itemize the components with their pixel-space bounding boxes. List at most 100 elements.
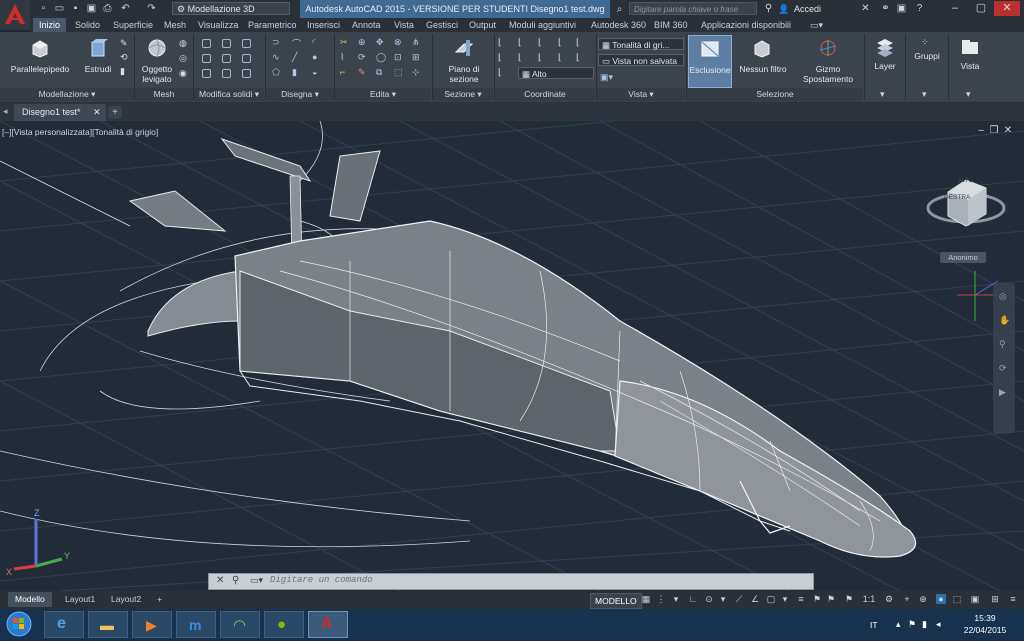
- snap-dropdown-icon[interactable]: ▾: [671, 594, 681, 604]
- ucs-icon[interactable]: ⌊: [498, 37, 502, 48]
- copy-icon[interactable]: ⧉: [376, 67, 382, 78]
- close-tab-icon[interactable]: ✕: [93, 107, 101, 117]
- login-link[interactable]: Accedi: [794, 0, 821, 18]
- object-snap-tracking-icon[interactable]: ∠: [750, 594, 760, 604]
- polyline-icon[interactable]: ⌒: [292, 37, 301, 50]
- customization-icon[interactable]: ≡: [1008, 594, 1018, 604]
- annotation-scale-icon[interactable]: ⚑: [844, 594, 854, 604]
- fullscreen-icon[interactable]: ⊞: [990, 594, 1000, 604]
- mesh-refine-icon[interactable]: ◎: [179, 53, 187, 64]
- ellipse-icon[interactable]: ◒: [312, 67, 317, 77]
- tab-output[interactable]: Output: [469, 18, 496, 32]
- rectangle-icon[interactable]: ▮: [292, 67, 297, 78]
- taskbar-autocad[interactable]: A: [308, 611, 348, 638]
- polysolid-icon[interactable]: ⊃: [272, 37, 280, 48]
- nessun-filtro-button[interactable]: Nessun filtro: [734, 36, 790, 86]
- file-tabs-menu-icon[interactable]: ◂: [3, 106, 8, 117]
- annotation-monitor-icon[interactable]: +: [902, 594, 912, 604]
- workspace-select[interactable]: ⚙ Modellazione 3D: [172, 2, 290, 15]
- group-sezione[interactable]: Sezione ▾: [433, 88, 493, 101]
- autocad-logo-button[interactable]: [0, 0, 30, 30]
- thicken-icon[interactable]: [222, 54, 231, 63]
- group-modifica-solidi[interactable]: Modifica solidi ▾: [194, 88, 264, 101]
- interfere-icon[interactable]: [242, 54, 251, 63]
- clean-screen-icon[interactable]: ▣: [970, 594, 980, 604]
- maximize-button[interactable]: ▢: [968, 1, 994, 16]
- scale-icon[interactable]: ◯: [376, 52, 386, 63]
- ucs-face-icon[interactable]: ⌊: [498, 52, 502, 63]
- viewport-label[interactable]: [–][Vista personalizzata][Tonalità di gr…: [2, 127, 158, 137]
- ucs-3point-icon[interactable]: ⌊: [576, 52, 580, 63]
- oggetto-levigato-button[interactable]: Oggetto levigato: [137, 36, 177, 86]
- tab-superficie[interactable]: Superficie: [113, 18, 153, 32]
- taskbar-wifi-app[interactable]: ◠: [220, 611, 260, 638]
- vista-button[interactable]: Vista ▾: [950, 35, 990, 101]
- close-command-icon[interactable]: ✕: [216, 575, 224, 586]
- object-snap-dropdown-icon[interactable]: ▾: [780, 594, 790, 604]
- taskbar-maxthon[interactable]: m: [176, 611, 216, 638]
- layer-button[interactable]: Layer ▾: [866, 35, 904, 101]
- object-snap-icon[interactable]: ▢: [766, 594, 776, 604]
- presspull-icon[interactable]: ✎: [120, 38, 128, 49]
- minimize-button[interactable]: –: [942, 1, 968, 16]
- model-space-button[interactable]: MODELLO: [590, 593, 642, 609]
- tab-bim-360[interactable]: BIM 360: [654, 18, 688, 32]
- grid-icon[interactable]: ▦: [641, 594, 651, 604]
- snap-icon[interactable]: ⋮: [656, 594, 666, 604]
- estrudi-button[interactable]: Estrudi: [80, 36, 116, 86]
- system-clock[interactable]: 15:39 22/04/2015: [950, 612, 1020, 636]
- align-icon[interactable]: ⋔: [412, 37, 420, 48]
- gruppi-expand-icon[interactable]: ▾: [922, 89, 927, 100]
- taskbar-spotify[interactable]: ●: [264, 611, 304, 638]
- open-folder-icon[interactable]: ▭: [54, 3, 65, 14]
- line-icon[interactable]: ╱: [292, 52, 297, 63]
- redo-icon[interactable]: ↷: [146, 3, 157, 14]
- ucs-object-icon[interactable]: ⌊: [518, 52, 522, 63]
- erase-icon[interactable]: ✎: [358, 67, 366, 78]
- group-disegna[interactable]: Disegna ▾: [266, 88, 334, 101]
- group-selezione[interactable]: Selezione: [687, 88, 863, 101]
- search-input[interactable]: Digitare parola chiave o frase: [629, 2, 757, 15]
- model-canvas[interactable]: Z X Y: [0, 121, 1024, 591]
- esclusione-button[interactable]: Esclusione: [688, 35, 732, 88]
- sweep-icon[interactable]: ▮: [120, 66, 125, 77]
- start-button[interactable]: [4, 610, 34, 639]
- close-button[interactable]: ✕: [994, 1, 1020, 16]
- taskbar-explorer[interactable]: ▬: [88, 611, 128, 638]
- exchange-icon[interactable]: ✕: [860, 3, 871, 14]
- rotate-icon[interactable]: ⊗: [394, 37, 402, 48]
- parallelepipedo-button[interactable]: Parallelepipedo: [4, 36, 74, 86]
- polar-icon[interactable]: ⊙: [704, 594, 714, 604]
- ucs-z-icon[interactable]: ⌊: [558, 52, 562, 63]
- tab-layout2[interactable]: Layout2: [104, 592, 148, 607]
- move-icon[interactable]: ⊕: [358, 37, 366, 48]
- taskbar-media-player[interactable]: ▶: [132, 611, 172, 638]
- viewport-close-icon[interactable]: ✕: [1003, 126, 1013, 136]
- trim-icon[interactable]: ✂: [340, 37, 348, 48]
- offset-edge-icon[interactable]: [222, 69, 231, 78]
- group-mesh[interactable]: Mesh: [135, 88, 193, 101]
- taskbar-ie[interactable]: e: [44, 611, 84, 638]
- mirror-icon[interactable]: ⊡: [394, 52, 402, 63]
- move-gizmo-icon[interactable]: ✥: [376, 37, 384, 48]
- visual-style-select[interactable]: ▦ Tonalità di gri...: [598, 38, 684, 50]
- add-layout-button[interactable]: +: [150, 592, 169, 607]
- intersect-icon[interactable]: [242, 39, 251, 48]
- ucs-y-icon[interactable]: ⌊: [576, 37, 580, 48]
- auto-scale-icon[interactable]: ⚑: [826, 594, 836, 604]
- save-as-icon[interactable]: ▣: [86, 3, 97, 14]
- fillet-edge-icon[interactable]: [242, 69, 251, 78]
- tab-inserisci[interactable]: Inserisci: [307, 18, 340, 32]
- save-icon[interactable]: ▪: [70, 3, 81, 14]
- print-icon[interactable]: ⎙: [102, 3, 113, 14]
- tab-applicazioni-disponibili[interactable]: Applicazioni disponibili: [701, 18, 791, 32]
- layer-expand-icon[interactable]: ▾: [880, 89, 885, 100]
- viewport-restore-icon[interactable]: ❐: [989, 126, 999, 136]
- help-icon[interactable]: ?: [914, 3, 925, 14]
- hardware-acceleration-icon[interactable]: ⬚: [952, 594, 962, 604]
- revolve-icon[interactable]: ⟲: [120, 52, 128, 63]
- coordinate-view-select[interactable]: ▦ Alto: [518, 67, 594, 79]
- ribbon-options-icon[interactable]: ▭▾: [810, 18, 823, 32]
- tab-mesh[interactable]: Mesh: [164, 18, 186, 32]
- connect-icon[interactable]: ⚭: [880, 3, 891, 14]
